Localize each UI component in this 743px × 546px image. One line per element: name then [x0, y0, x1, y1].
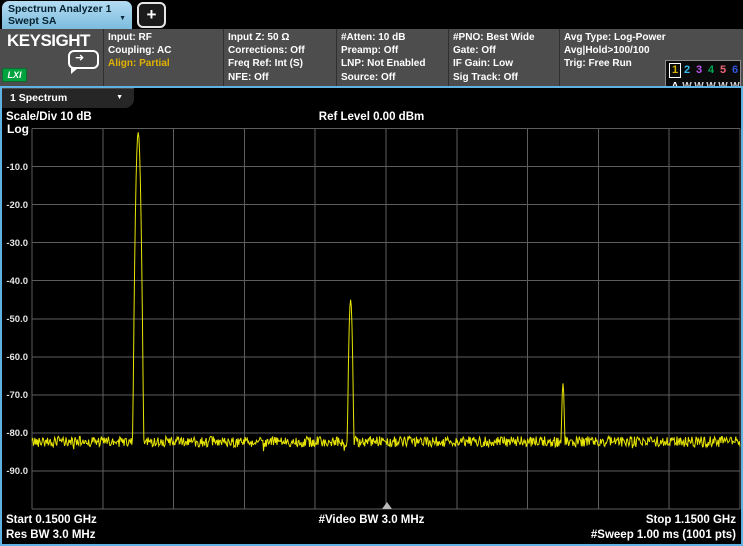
y-tick-label: -80.0 [2, 428, 28, 439]
settings-line[interactable]: Corrections: Off [228, 44, 336, 57]
brand-block: KEYSIGHT ➜ LXI [0, 29, 103, 86]
settings-line[interactable]: Trig: Free Run [564, 57, 664, 70]
settings-line[interactable]: Freq Ref: Int (S) [228, 57, 336, 70]
lxi-badge: LXI [2, 68, 27, 82]
trace-3-number[interactable]: 3 [693, 63, 705, 78]
trace-select-dropdown[interactable]: 1 Spectrum ▼ [2, 88, 134, 108]
settings-line[interactable]: Align: Partial [108, 57, 223, 70]
settings-line[interactable]: Preamp: Off [341, 44, 448, 57]
y-tick-label: -50.0 [2, 314, 28, 325]
stop-freq-annotation[interactable]: Stop 1.1500 GHz [646, 514, 736, 526]
center-frequency-marker-icon [382, 502, 392, 509]
settings-column-1: Input: RFCoupling: ACAlign: Partial [103, 29, 223, 86]
footer-row-2: Res BW 3.0 MHz #Sweep 1.00 ms (1001 pts) [2, 529, 741, 543]
y-tick-label: -60.0 [2, 352, 28, 363]
sweep-annotation[interactable]: #Sweep 1.00 ms (1001 pts) [591, 529, 736, 541]
brand-name: KEYSIGHT [7, 31, 90, 51]
video-bw-annotation[interactable]: #Video BW 3.0 MHz [2, 514, 741, 526]
tab-spectrum-analyzer[interactable]: Spectrum Analyzer 1 Swept SA ▼ [2, 1, 132, 29]
y-tick-label: -40.0 [2, 276, 28, 287]
settings-column-3: #Atten: 10 dBPreamp: OffLNP: Not Enabled… [336, 29, 448, 86]
y-tick-label: -70.0 [2, 390, 28, 401]
y-tick-label: -20.0 [2, 200, 28, 211]
ref-level-annotation[interactable]: Ref Level 0.00 dBm [2, 111, 741, 123]
add-tab-button[interactable]: + [137, 2, 166, 28]
trace-4-number[interactable]: 4 [705, 63, 717, 78]
settings-column-5: Avg Type: Log-PowerAvg|Hold>100/100Trig:… [559, 29, 664, 86]
settings-line[interactable]: NFE: Off [228, 71, 336, 84]
settings-line[interactable]: Avg Type: Log-Power [564, 31, 664, 44]
y-tick-label: -90.0 [2, 466, 28, 477]
settings-line[interactable]: Source: Off [341, 71, 448, 84]
settings-line[interactable]: Input: RF [108, 31, 223, 44]
trace-select-label: 1 Spectrum [10, 92, 67, 104]
trace-1-number[interactable]: 1 [669, 63, 681, 78]
y-tick-label: -10.0 [2, 162, 28, 173]
settings-line[interactable]: #PNO: Best Wide [453, 31, 559, 44]
chevron-down-icon: ▼ [116, 88, 123, 108]
settings-line[interactable]: Sig Track: Off [453, 71, 559, 84]
footer-row-1: Start 0.1500 GHz #Video BW 3.0 MHz Stop … [2, 514, 741, 528]
trace-2-number[interactable]: 2 [681, 63, 693, 78]
trace-5-number[interactable]: 5 [717, 63, 729, 78]
spectrum-graticule [30, 128, 742, 512]
y-tick-label: -30.0 [2, 238, 28, 249]
res-bw-annotation[interactable]: Res BW 3.0 MHz [6, 529, 95, 541]
spectrum-analyzer-screen: Spectrum Analyzer 1 Swept SA ▼ + KEYSIGH… [0, 0, 743, 546]
y-axis-tick-labels: -10.0 -20.0 -30.0 -40.0 -50.0 -60.0 -70.0 -80.0… [2, 128, 28, 512]
settings-line[interactable]: LNP: Not Enabled [341, 57, 448, 70]
settings-line[interactable]: Coupling: AC [108, 44, 223, 57]
settings-line[interactable]: Gate: Off [453, 44, 559, 57]
trace-6-number[interactable]: 6 [729, 63, 741, 78]
tab-title-line2: Swept SA [8, 15, 116, 27]
tab-bar: Spectrum Analyzer 1 Swept SA ▼ + [0, 0, 743, 29]
settings-line[interactable]: Avg|Hold>100/100 [564, 44, 664, 57]
settings-header: KEYSIGHT ➜ LXI Input: RFCoupling: ACAlig… [0, 29, 743, 86]
settings-columns: Input: RFCoupling: ACAlign: PartialInput… [103, 29, 664, 86]
settings-line[interactable]: IF Gain: Low [453, 57, 559, 70]
settings-line[interactable]: Input Z: 50 Ω [228, 31, 336, 44]
tab-dropdown-icon[interactable]: ▼ [119, 13, 126, 25]
settings-column-4: #PNO: Best WideGate: OffIF Gain: LowSig … [448, 29, 559, 86]
settings-column-2: Input Z: 50 ΩCorrections: OffFreq Ref: I… [223, 29, 336, 86]
keysight-logo-icon: ➜ [68, 50, 99, 69]
tab-title-line1: Spectrum Analyzer 1 [8, 3, 116, 15]
spectrum-window: 1 Spectrum ▼ Scale/Div 10 dB Ref Level 0… [0, 86, 743, 546]
settings-line[interactable]: #Atten: 10 dB [341, 31, 448, 44]
